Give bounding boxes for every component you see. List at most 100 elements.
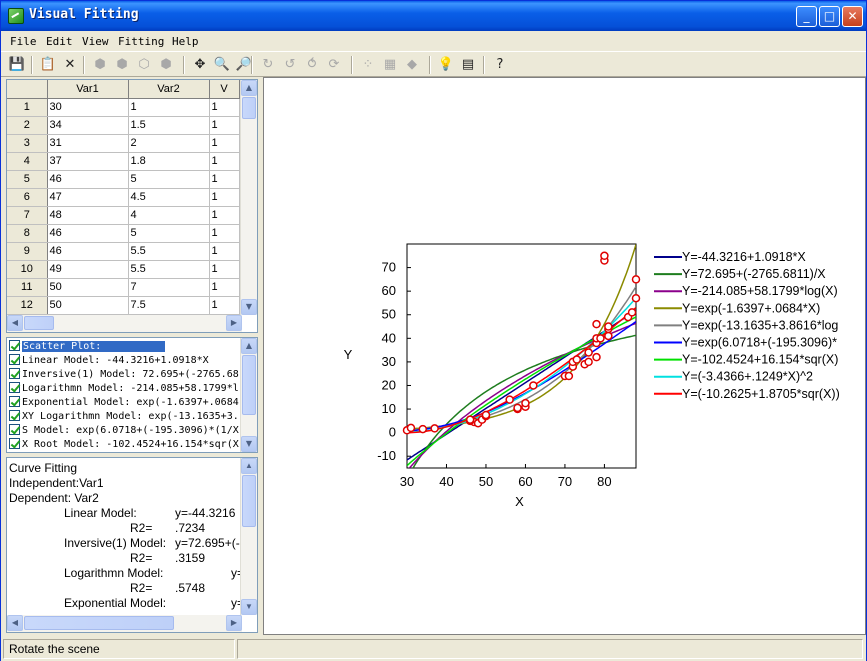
row-header[interactable]: 6 [7, 188, 48, 207]
model-item[interactable]: S Model: exp(6.0718+(-195.3096)*(1/X [9, 424, 239, 438]
table-row[interactable]: 8 46 5 1 [7, 224, 240, 243]
model-item[interactable]: Exponential Model: exp(-1.6397+.0684 [9, 396, 239, 410]
table-cell[interactable]: 46 [47, 224, 129, 243]
corner-header[interactable] [7, 80, 48, 99]
scroll-down-icon[interactable]: ▼ [241, 436, 257, 452]
results-horizontal-scrollbar[interactable]: ◀ ▶ [7, 615, 242, 632]
table-row[interactable]: 2 34 1.5 1 [7, 116, 240, 135]
table-cell[interactable]: 5 [128, 170, 210, 189]
table-cell[interactable]: 1.5 [128, 116, 210, 135]
results-vertical-scrollbar[interactable]: ▲ ▼ [240, 458, 257, 615]
column-header[interactable]: Var2 [128, 80, 210, 99]
table-cell[interactable]: 1 [209, 170, 240, 189]
model-item[interactable]: Inversive(1) Model: 72.695+(-2765.68 [9, 368, 239, 382]
checkbox-checked-icon[interactable] [9, 410, 20, 421]
table-cell[interactable]: 30 [47, 98, 129, 117]
minimize-button[interactable]: _ [796, 6, 817, 27]
table-cell[interactable]: 34 [47, 116, 129, 135]
menu-help[interactable]: Help [172, 35, 199, 48]
data-table[interactable]: Var1 Var2 V 1 30 1 1 2 34 1.5 1 3 31 2 1 4 37 1.8 1 5 46 5 1 6 4… [7, 80, 240, 315]
checkbox-checked-icon[interactable] [9, 424, 20, 435]
scroll-down-icon[interactable]: ▼ [241, 599, 257, 615]
row-header[interactable]: 3 [7, 134, 48, 153]
table-cell[interactable]: 1 [209, 242, 240, 261]
checkbox-checked-icon[interactable] [9, 354, 20, 365]
table-cell[interactable]: 49 [47, 260, 129, 279]
table-row[interactable]: 11 50 7 1 [7, 278, 240, 297]
table-cell[interactable]: 1 [209, 224, 240, 243]
table-row[interactable]: 12 50 7.5 1 [7, 296, 240, 315]
scroll-thumb[interactable] [242, 475, 256, 527]
title-bar[interactable]: Visual Fitting _ □ ✕ [1, 1, 866, 31]
table-cell[interactable]: 5 [128, 224, 210, 243]
model-item[interactable]: Linear Model: -44.3216+1.0918*X [9, 354, 209, 368]
checkbox-checked-icon[interactable] [9, 340, 20, 351]
menu-file[interactable]: File [10, 35, 37, 48]
scroll-left-icon[interactable]: ◀ [7, 315, 23, 331]
model-item[interactable]: X Root Model: -102.4524+16.154*sqr(X [9, 438, 239, 452]
table-cell[interactable]: 37 [47, 152, 129, 171]
zoom-window-icon[interactable]: 🔍 [213, 56, 231, 74]
table-cell[interactable]: 46 [47, 170, 129, 189]
table-cell[interactable]: 7.5 [128, 296, 210, 315]
checkbox-checked-icon[interactable] [9, 438, 20, 449]
table-row[interactable]: 9 46 5.5 1 [7, 242, 240, 261]
scroll-up-icon[interactable]: ▲ [241, 338, 257, 354]
table-vertical-scrollbar[interactable]: ▲ ▼ [240, 80, 257, 315]
scroll-up-icon[interactable]: ▲ [241, 458, 257, 474]
table-cell[interactable]: 1 [209, 116, 240, 135]
model-item[interactable]: Scatter Plot: [9, 340, 166, 354]
table-cell[interactable]: 46 [47, 242, 129, 261]
model-item[interactable]: Logarithmn Model: -214.085+58.1799*l [9, 382, 239, 396]
column-header[interactable]: V [209, 80, 240, 99]
table-cell[interactable]: 1 [209, 188, 240, 207]
table-cell[interactable]: 1.8 [128, 152, 210, 171]
light-icon[interactable]: 💡 [437, 56, 455, 74]
table-cell[interactable]: 50 [47, 296, 129, 315]
table-cell[interactable]: 31 [47, 134, 129, 153]
checkbox-checked-icon[interactable] [9, 396, 20, 407]
row-header[interactable]: 8 [7, 224, 48, 243]
row-header[interactable]: 1 [7, 98, 48, 117]
table-cell[interactable]: 7 [128, 278, 210, 297]
row-header[interactable]: 11 [7, 278, 48, 297]
table-row[interactable]: 3 31 2 1 [7, 134, 240, 153]
table-cell[interactable]: 1 [209, 260, 240, 279]
model-list-scrollbar[interactable]: ▲ ▼ [240, 338, 257, 452]
copy-icon[interactable]: 📋 [39, 56, 57, 74]
delete-icon[interactable]: ✕ [61, 56, 79, 74]
table-row[interactable]: 5 46 5 1 [7, 170, 240, 189]
scroll-thumb-h[interactable] [24, 316, 54, 330]
table-cell[interactable]: 50 [47, 278, 129, 297]
table-row[interactable]: 1 30 1 1 [7, 98, 240, 117]
menu-view[interactable]: View [82, 35, 109, 48]
table-cell[interactable]: 1 [209, 278, 240, 297]
table-cell[interactable]: 1 [209, 134, 240, 153]
scroll-thumb[interactable] [242, 97, 256, 119]
row-header[interactable]: 2 [7, 116, 48, 135]
grid-view-icon[interactable]: ▤ [459, 56, 477, 74]
table-cell[interactable]: 1 [209, 152, 240, 171]
table-cell[interactable]: 1 [209, 206, 240, 225]
scroll-thumb-h[interactable] [24, 616, 174, 630]
table-cell[interactable]: 4 [128, 206, 210, 225]
checkbox-checked-icon[interactable] [9, 382, 20, 393]
table-cell[interactable]: 47 [47, 188, 129, 207]
help-icon[interactable]: ? [491, 56, 509, 74]
curve-fitting-chart[interactable]: 30 40 50 60 70 80 -10 0 10 20 30 40 50 60 70 X Y Y=-44.32… [264, 78, 867, 636]
row-header[interactable]: 5 [7, 170, 48, 189]
table-row[interactable]: 7 48 4 1 [7, 206, 240, 225]
table-row[interactable]: 10 49 5.5 1 [7, 260, 240, 279]
table-cell[interactable]: 4.5 [128, 188, 210, 207]
table-cell[interactable]: 48 [47, 206, 129, 225]
table-row[interactable]: 4 37 1.8 1 [7, 152, 240, 171]
row-header[interactable]: 12 [7, 296, 48, 315]
table-cell[interactable]: 1 [128, 98, 210, 117]
model-item[interactable]: XY Logarithmn Model: exp(-13.1635+3. [9, 410, 239, 424]
save-icon[interactable]: 💾 [8, 56, 26, 74]
menu-fitting[interactable]: Fitting [118, 35, 164, 48]
table-cell[interactable]: 1 [209, 296, 240, 315]
row-header[interactable]: 9 [7, 242, 48, 261]
table-cell[interactable]: 1 [209, 98, 240, 117]
scroll-left-icon[interactable]: ◀ [7, 615, 23, 631]
